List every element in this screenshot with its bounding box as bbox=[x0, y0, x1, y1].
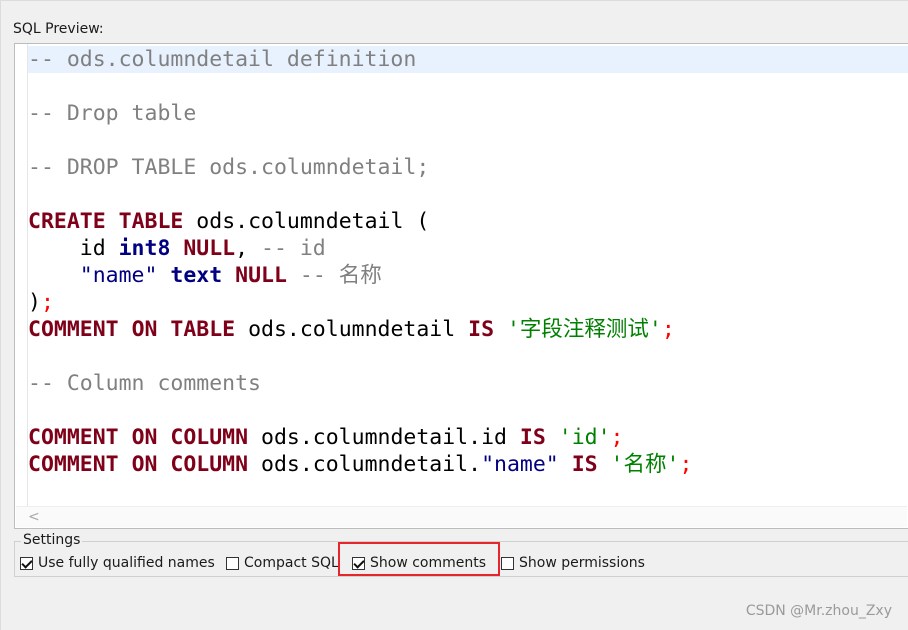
checkbox-icon[interactable] bbox=[226, 556, 239, 570]
code-token: COMMENT bbox=[28, 317, 119, 342]
code-token: ON bbox=[131, 452, 158, 477]
code-token: ON bbox=[131, 425, 158, 450]
code-token: 'id' bbox=[558, 425, 611, 450]
code-line: "name" text NULL -- 名称 bbox=[28, 262, 382, 289]
code-line: COMMENT ON COLUMN ods.columndetail.id IS… bbox=[28, 424, 623, 451]
code-token: IS bbox=[571, 452, 598, 477]
code-line: -- ods.columndetail definition bbox=[28, 46, 416, 73]
code-token: ; bbox=[679, 452, 693, 477]
annotation-highlight-box bbox=[338, 542, 500, 576]
code-token: TABLE bbox=[118, 209, 184, 234]
code-line: ); bbox=[28, 289, 54, 316]
checkbox-icon[interactable] bbox=[501, 556, 514, 570]
option-use-fully-qualified-names[interactable]: Use fully qualified names bbox=[20, 553, 215, 573]
code-token: "name" bbox=[79, 263, 158, 288]
option-label: Use fully qualified names bbox=[38, 555, 215, 571]
code-token: ; bbox=[40, 290, 54, 315]
code-token: text bbox=[170, 263, 223, 288]
code-token: TABLE bbox=[170, 317, 236, 342]
code-line: -- Column comments bbox=[28, 370, 261, 397]
code-token: ) bbox=[28, 290, 41, 315]
code-token: CREATE bbox=[28, 209, 106, 234]
code-token: ON bbox=[131, 317, 158, 342]
code-line: CREATE TABLE ods.columndetail ( bbox=[28, 208, 429, 235]
code-token: -- id bbox=[261, 236, 326, 261]
code-token: "name" bbox=[481, 452, 559, 477]
sql-preview-label: SQL Preview: bbox=[13, 21, 104, 37]
code-token: ods.columndetail ( bbox=[183, 209, 430, 234]
code-token: -- ods.columndetail definition bbox=[28, 47, 417, 72]
code-line: COMMENT ON COLUMN ods.columndetail."name… bbox=[28, 451, 692, 478]
code-token: ; bbox=[661, 317, 675, 342]
code-token: IS bbox=[519, 425, 546, 450]
watermark: CSDN @Mr.zhou_Zxy bbox=[745, 603, 892, 619]
horizontal-scrollbar[interactable]: < bbox=[16, 506, 907, 527]
code-token: int8 bbox=[118, 236, 171, 261]
code-token: -- DROP TABLE ods.columndetail; bbox=[28, 155, 430, 180]
code-line: -- Drop table bbox=[28, 100, 196, 127]
code-line: COMMENT ON TABLE ods.columndetail IS '字段… bbox=[28, 316, 675, 343]
code-token: ; bbox=[610, 425, 624, 450]
settings-title: Settings bbox=[21, 531, 83, 549]
option-label: Compact SQL bbox=[244, 555, 339, 571]
scroll-left-arrow-icon[interactable]: < bbox=[28, 507, 40, 527]
code-token: '名称' bbox=[610, 452, 680, 477]
code-token: -- 名称 bbox=[299, 263, 382, 288]
code-token: COMMENT bbox=[28, 425, 119, 450]
code-token: ods.columndetail bbox=[235, 317, 469, 342]
code-token: -- Column comments bbox=[28, 371, 261, 396]
code-token: NULL bbox=[183, 236, 236, 261]
checkbox-icon[interactable] bbox=[20, 556, 33, 570]
editor-gutter bbox=[15, 44, 28, 508]
code-token: id bbox=[28, 236, 119, 261]
sql-code-editor[interactable]: -- ods.columndetail definition -- Drop ta… bbox=[14, 43, 908, 529]
code-token: IS bbox=[468, 317, 495, 342]
code-token: -- Drop table bbox=[28, 101, 197, 126]
code-token: ods.columndetail. bbox=[248, 452, 482, 477]
code-token: NULL bbox=[235, 263, 287, 288]
code-token: , bbox=[235, 236, 262, 261]
code-token: ods.columndetail.id bbox=[248, 425, 520, 450]
code-line: -- DROP TABLE ods.columndetail; bbox=[28, 154, 429, 181]
option-show-permissions[interactable]: Show permissions bbox=[501, 553, 645, 573]
option-compact-sql[interactable]: Compact SQL bbox=[226, 553, 339, 573]
code-line: id int8 NULL, -- id bbox=[28, 235, 326, 262]
option-label: Show permissions bbox=[519, 555, 645, 571]
code-token: COLUMN bbox=[170, 425, 249, 450]
sql-preview-dialog: SQL Preview: -- ods.columndetail definit… bbox=[0, 0, 908, 630]
code-token: COLUMN bbox=[170, 452, 249, 477]
code-token: COMMENT bbox=[28, 452, 119, 477]
code-token: '字段注释测试' bbox=[506, 317, 662, 342]
